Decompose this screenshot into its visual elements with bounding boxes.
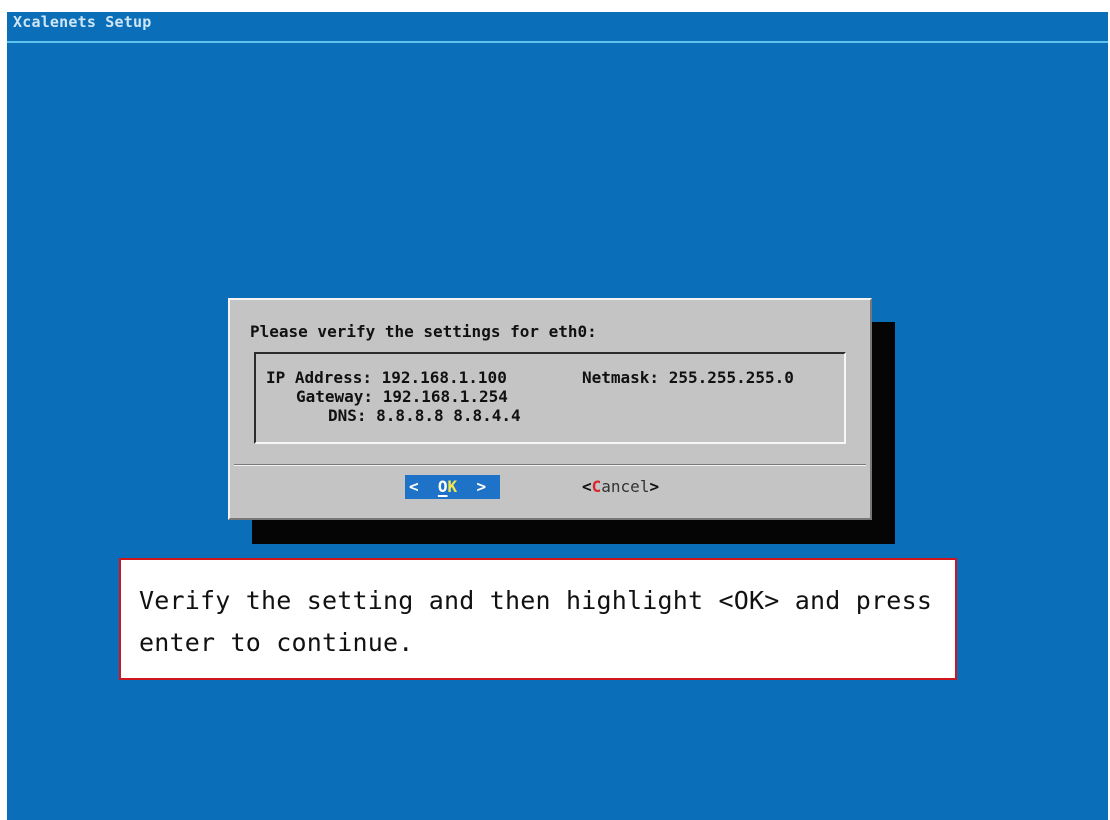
instruction-text: Verify the setting and then highlight <O…	[139, 586, 933, 657]
ok-button-open-bracket: <	[409, 477, 438, 496]
cancel-button-close-bracket: >	[649, 477, 660, 496]
ok-button-hotkey: O	[437, 477, 448, 496]
button-row-divider	[234, 464, 866, 466]
ok-button-label-rest: K	[447, 477, 458, 496]
cancel-button-label-rest: ancel	[601, 477, 650, 496]
netmask-value: Netmask: 255.255.255.0	[582, 368, 794, 387]
cancel-button-hotkey: C	[591, 477, 602, 496]
settings-info-box: IP Address: 192.168.1.100 Netmask: 255.2…	[254, 352, 846, 444]
cancel-button-open-bracket: <	[582, 477, 592, 496]
cancel-button[interactable]: <Cancel>	[582, 475, 659, 499]
dialog-prompt: Please verify the settings for eth0:	[250, 322, 597, 341]
backtitle: Xcalenets Setup	[13, 13, 152, 31]
gateway-value: Gateway: 192.168.1.254	[296, 387, 508, 406]
ip-address-value: IP Address: 192.168.1.100	[266, 368, 507, 387]
network-settings-dialog: Please verify the settings for eth0: IP …	[228, 298, 872, 520]
instruction-callout: Verify the setting and then highlight <O…	[119, 558, 957, 680]
backtitle-divider	[7, 41, 1108, 43]
ok-button-close-bracket: >	[457, 477, 487, 496]
setup-screen: Xcalenets Setup Please verify the settin…	[7, 12, 1108, 820]
dns-value: DNS: 8.8.8.8 8.8.4.4	[328, 406, 521, 425]
ok-button[interactable]: < OK >	[405, 475, 500, 499]
